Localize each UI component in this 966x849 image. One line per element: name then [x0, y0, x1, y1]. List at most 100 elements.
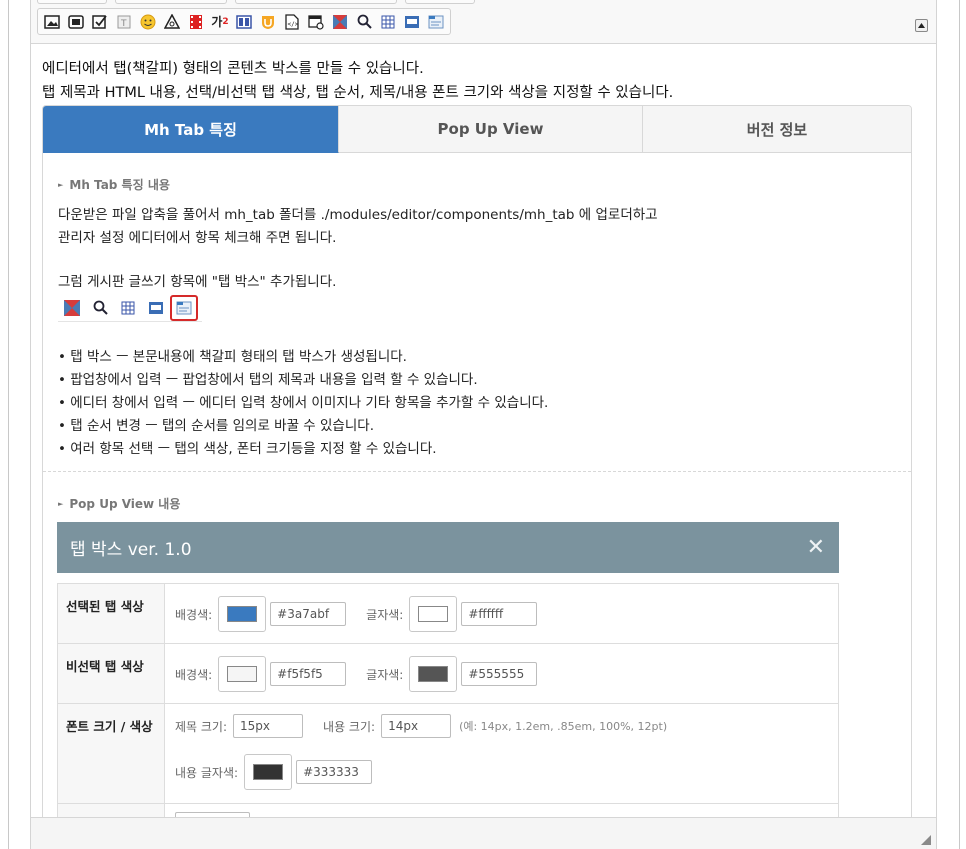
color-swatch — [253, 764, 284, 780]
feature-bullet: • 여러 항목 선택 ㅡ 탭의 색상, 폰터 크기등을 지정 할 수 있습니다. — [58, 441, 437, 457]
bg-color-input[interactable]: #f5f5f5 — [270, 662, 347, 686]
bg-color-input[interactable]: #3a7abf — [270, 602, 347, 626]
close-icon[interactable]: ✕ — [807, 535, 825, 560]
unselected-tab-color-row: 비선택 탭 색상 배경색: #f5f5f5 글자색: #555555 — [58, 644, 838, 704]
toolbar-group-edge — [405, 0, 475, 4]
color-swatch — [227, 666, 258, 682]
section-divider — [43, 471, 911, 472]
tab-mh-tab-features[interactable]: Mh Tab 특징 — [43, 106, 339, 153]
bg-color-label: 배경색: — [175, 607, 213, 622]
gallery-icon[interactable] — [64, 10, 88, 34]
film-icon[interactable] — [184, 10, 208, 34]
svg-text:</>: </> — [288, 21, 299, 28]
unselected-tab-color-label: 비선택 탭 색상 — [58, 644, 165, 703]
resize-handle-icon[interactable] — [921, 830, 931, 845]
text-box-icon[interactable]: T — [112, 10, 136, 34]
color-swatch-button[interactable] — [244, 754, 293, 790]
unselected-tab-color-values: 배경색: #f5f5f5 글자색: #555555 — [165, 644, 838, 703]
feature-bullet: • 에디터 창에서 입력 ㅡ 에디터 입력 창에서 이미지나 기타 항목을 추가… — [58, 395, 549, 411]
tab-bar: Mh Tab 특징 Pop Up View 버전 정보 — [43, 106, 911, 153]
source-code-icon[interactable]: </> — [280, 10, 304, 34]
shield-icon[interactable] — [256, 10, 280, 34]
form-icon[interactable] — [304, 10, 328, 34]
fg-color-input[interactable]: #ffffff — [461, 602, 538, 626]
sample-toolbar — [58, 294, 202, 322]
feature-bullet: • 탭 박스 ㅡ 본문내용에 책갈피 형태의 탭 박스가 생성됩니다. — [58, 349, 407, 365]
title-size-input[interactable]: 15px — [233, 714, 304, 738]
triangle-icon: ► — [58, 181, 64, 189]
fg-color-label: 글자색: — [366, 667, 404, 682]
triangle-icon: ► — [58, 500, 64, 508]
tab-version-info[interactable]: 버전 정보 — [643, 106, 911, 153]
font-size-color-row: 폰트 크기 / 색상 제목 크기: 15px 내용 크기: 14px (예: 1… — [58, 704, 838, 804]
title-size-label: 제목 크기: — [175, 719, 228, 734]
selected-tab-color-values: 배경색: #3a7abf 글자색: #ffffff — [165, 584, 838, 643]
superscript-sup: 2 — [222, 16, 229, 27]
image-icon[interactable] — [40, 10, 64, 34]
superscript-icon[interactable]: 가2 — [208, 10, 232, 34]
svg-text:T: T — [120, 19, 127, 29]
toolbar-collapse-button[interactable] — [915, 19, 928, 32]
intro-line-2: 탭 제목과 HTML 내용, 선택/비선택 탭 색상, 탭 순서, 제목/내용 … — [42, 85, 674, 101]
features-p1-line-1: 다운받은 파일 압축을 풀어서 mh_tab 폴더를 ./modules/edi… — [58, 207, 658, 223]
selected-tab-color-label: 선택된 탭 색상 — [58, 584, 165, 643]
content-size-label: 내용 크기: — [323, 719, 376, 734]
media-icon — [142, 296, 170, 320]
features-section-title-text: Mh Tab 특징 내용 — [69, 178, 170, 192]
selected-tab-color-row: 선택된 탭 색상 배경색: #3a7abf 글자색: #ffffff — [58, 584, 838, 644]
table-grid-icon — [114, 296, 142, 320]
row-label-partial — [58, 804, 165, 817]
search-icon[interactable] — [352, 10, 376, 34]
feature-bullet: • 팝업창에서 입력 ㅡ 팝업창에서 탭의 제목과 내용을 입력 할 수 있습니… — [58, 372, 478, 388]
checkbox-icon[interactable] — [88, 10, 112, 34]
color-swatch — [418, 666, 449, 682]
editor: T 가2 </> 에디터에서 탭(책갈피) 형태의 콘텐츠 박스를 만들 수 있… — [30, 0, 937, 849]
font-size-color-label: 폰트 크기 / 색상 — [58, 704, 165, 803]
content-size-input[interactable]: 14px — [381, 714, 452, 738]
popup-header: 탭 박스 ver. 1.0 ✕ — [57, 522, 839, 573]
editor-toolbar: T 가2 </> — [31, 0, 936, 44]
row-values-partial — [165, 804, 838, 817]
intro-line-1: 에디터에서 탭(책갈피) 형태의 콘텐츠 박스를 만들 수 있습니다. — [42, 61, 424, 77]
toolbar-group-edge — [115, 0, 227, 4]
feature-bullet: • 탭 순서 변경 ㅡ 탭의 순서를 임의로 바꿀 수 있습니다. — [58, 418, 374, 434]
fg-color-input[interactable]: #555555 — [461, 662, 538, 686]
features-paragraph-1: 다운받은 파일 압축을 풀어서 mh_tab 폴더를 ./modules/edi… — [58, 204, 658, 250]
next-row-partial — [58, 804, 838, 817]
features-section-title: ► Mh Tab 특징 내용 — [58, 176, 170, 193]
toolbar-group-edge — [37, 0, 107, 4]
tab-pop-up-view[interactable]: Pop Up View — [339, 106, 643, 153]
color-swatch — [227, 606, 258, 622]
popup-preview: 탭 박스 ver. 1.0 ✕ 선택된 탭 색상 배경색: #3a7abf 글자… — [57, 522, 839, 817]
table-grid-icon[interactable] — [376, 10, 400, 34]
emoji-icon[interactable] — [136, 10, 160, 34]
fg-color-label: 글자색: — [366, 607, 404, 622]
hourglass-icon[interactable] — [328, 10, 352, 34]
color-swatch-button[interactable] — [409, 656, 458, 692]
superscript-glyph: 가 — [211, 15, 223, 29]
editor-status-bar — [31, 817, 936, 849]
feature-bullet-list: • 탭 박스 ㅡ 본문내용에 책갈피 형태의 탭 박스가 생성됩니다. • 팝업… — [58, 346, 548, 461]
features-p1-line-2: 관리자 설정 에디터에서 항목 체크해 주면 됩니다. — [58, 230, 337, 246]
font-size-color-values: 제목 크기: 15px 내용 크기: 14px (예: 14px, 1.2em,… — [165, 704, 838, 803]
popup-form: 선택된 탭 색상 배경색: #3a7abf 글자색: #ffffff 비선택 탭… — [57, 583, 839, 817]
font-size-hint: (예: 14px, 1.2em, .85em, 100%, 12pt) — [459, 720, 668, 733]
bg-color-label: 배경색: — [175, 667, 213, 682]
color-swatch-button[interactable] — [409, 596, 458, 632]
color-swatch-button[interactable] — [218, 656, 267, 692]
tab-box-icon[interactable] — [424, 10, 448, 34]
content-color-label: 내용 글자색: — [175, 765, 239, 780]
symbol-icon[interactable] — [160, 10, 184, 34]
popup-section-title-text: Pop Up View 내용 — [69, 497, 181, 511]
toolbar-group-edge — [235, 0, 397, 4]
editor-content[interactable]: 에디터에서 탭(책갈피) 형태의 콘텐츠 박스를 만들 수 있습니다. 탭 제목… — [31, 45, 936, 817]
media-icon[interactable] — [400, 10, 424, 34]
color-swatch-button[interactable] — [218, 596, 267, 632]
toolbar-group-extensions: T 가2 </> — [37, 8, 451, 35]
search-icon — [86, 296, 114, 320]
content-color-input[interactable]: #333333 — [296, 760, 373, 784]
popup-section-title: ► Pop Up View 내용 — [58, 495, 180, 512]
columns-icon[interactable] — [232, 10, 256, 34]
tab-box-icon — [170, 294, 198, 321]
features-paragraph-2: 그럼 게시판 글쓰기 항목에 "탭 박스" 추가됩니다. — [58, 274, 337, 290]
